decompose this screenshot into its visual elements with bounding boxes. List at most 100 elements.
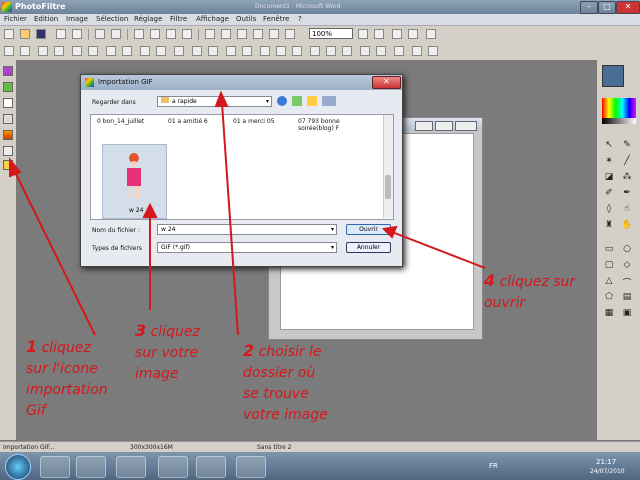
- saturation-up-icon[interactable]: [106, 46, 116, 56]
- zoom-select[interactable]: 100%: [309, 28, 353, 39]
- internet-explorer-task-icon[interactable]: [158, 456, 188, 478]
- foreground-color-swatch[interactable]: [602, 65, 624, 87]
- dialog-close-button[interactable]: ✕: [372, 76, 401, 89]
- photofiltre-task-icon[interactable]: [196, 456, 226, 478]
- doc-maximize-button[interactable]: [435, 121, 453, 131]
- sharpen-icon[interactable]: [242, 46, 252, 56]
- fill-icon[interactable]: [428, 46, 438, 56]
- menu-help[interactable]: ?: [298, 15, 302, 23]
- box-icon[interactable]: ▣: [621, 308, 633, 318]
- selected-thumbnail[interactable]: w 24: [102, 144, 167, 219]
- cancel-button[interactable]: Annuler: [346, 242, 391, 253]
- redo-icon[interactable]: [111, 29, 121, 39]
- bucket-icon[interactable]: ◪: [603, 172, 615, 182]
- resize-icon[interactable]: [221, 29, 231, 39]
- rotate-right-icon[interactable]: [269, 29, 279, 39]
- gradient-tool-icon[interactable]: [3, 130, 13, 140]
- folder-tool-icon[interactable]: ▤: [621, 292, 633, 302]
- gamma-down-icon[interactable]: [156, 46, 166, 56]
- pen-icon[interactable]: ✒: [621, 188, 633, 198]
- language-indicator[interactable]: FR: [489, 462, 498, 470]
- drop-icon[interactable]: [260, 46, 270, 56]
- spray-icon[interactable]: ⁂: [621, 172, 633, 182]
- page-icon[interactable]: [3, 98, 13, 108]
- lasso-icon[interactable]: ⌒: [621, 276, 633, 289]
- minimize-button[interactable]: –: [580, 1, 598, 14]
- menu-image[interactable]: Image: [66, 15, 88, 23]
- up-folder-icon[interactable]: [292, 96, 302, 106]
- mirror-icon[interactable]: [310, 46, 320, 56]
- menu-fichier[interactable]: Fichier: [4, 15, 27, 23]
- maximize-button[interactable]: □: [598, 1, 616, 14]
- color-palette[interactable]: [602, 98, 636, 118]
- sepia-icon[interactable]: [192, 46, 202, 56]
- back-icon[interactable]: [277, 96, 287, 106]
- flip-icon[interactable]: [285, 29, 295, 39]
- file-item[interactable]: 07 793 bonne soirée(blog) F: [298, 118, 358, 132]
- pipette-icon[interactable]: ✎: [621, 140, 633, 150]
- brightness-down-icon[interactable]: [54, 46, 64, 56]
- crop-icon[interactable]: [205, 29, 215, 39]
- cut-icon[interactable]: [134, 29, 144, 39]
- brush-icon[interactable]: ✐: [603, 188, 615, 198]
- actual-size-icon[interactable]: [408, 29, 418, 39]
- diamond-icon[interactable]: ◇: [621, 260, 633, 270]
- print-icon[interactable]: [56, 29, 66, 39]
- scan-icon[interactable]: [72, 29, 82, 39]
- copy-icon[interactable]: [150, 29, 160, 39]
- globe-icon[interactable]: [3, 82, 13, 92]
- file-item[interactable]: 0 bon_14_juillet: [97, 118, 144, 125]
- paste-new-icon[interactable]: [182, 29, 192, 39]
- blur-icon[interactable]: [226, 46, 236, 56]
- blur-drop-icon[interactable]: ◊: [603, 204, 615, 214]
- emboss-icon[interactable]: [208, 46, 218, 56]
- undo-icon[interactable]: [95, 29, 105, 39]
- grid-icon[interactable]: ▦: [603, 308, 615, 318]
- select-arrow-icon[interactable]: ↖: [603, 140, 615, 150]
- smudge-icon[interactable]: ☝: [621, 204, 633, 214]
- file-list[interactable]: 0 bon_14_juillet 01 a amitié 6 01 a merc…: [90, 114, 394, 220]
- menu-fenetre[interactable]: Fenêtre: [263, 15, 289, 23]
- new-folder-icon[interactable]: [307, 96, 317, 106]
- line-icon[interactable]: ╱: [621, 156, 633, 166]
- fullscreen-icon[interactable]: [426, 29, 436, 39]
- import-gif-icon[interactable]: [3, 160, 13, 170]
- contrast-up-icon[interactable]: [72, 46, 82, 56]
- word-task-icon[interactable]: [236, 456, 266, 478]
- open-icon[interactable]: [20, 29, 30, 39]
- start-button[interactable]: [5, 454, 31, 480]
- canvas-icon[interactable]: [237, 29, 247, 39]
- media-player-task-icon[interactable]: [76, 456, 106, 478]
- menu-outils[interactable]: Outils: [236, 15, 256, 23]
- ellipse-icon[interactable]: ○: [621, 244, 633, 254]
- color-picker-icon[interactable]: [3, 66, 13, 76]
- shadow-icon[interactable]: [376, 46, 386, 56]
- hp-task-icon[interactable]: [116, 456, 146, 478]
- rounded-rect-icon[interactable]: ▢: [603, 260, 615, 270]
- view-menu-icon[interactable]: [322, 96, 336, 106]
- filetype-select[interactable]: GIF (*.gif) ▾: [157, 242, 337, 253]
- gamma-up-icon[interactable]: [140, 46, 150, 56]
- gray-palette[interactable]: [602, 118, 636, 124]
- explorer-task-icon[interactable]: [40, 456, 70, 478]
- menu-edition[interactable]: Edition: [34, 15, 58, 23]
- noise-icon[interactable]: [292, 46, 302, 56]
- filename-input[interactable]: w 24 ▾: [157, 224, 337, 235]
- transparency-icon[interactable]: [342, 46, 352, 56]
- stamp-icon[interactable]: ♜: [603, 220, 615, 230]
- text-icon[interactable]: [394, 46, 404, 56]
- paste-icon[interactable]: [166, 29, 176, 39]
- zoom-out-icon[interactable]: [374, 29, 384, 39]
- rotate-left-icon[interactable]: [253, 29, 263, 39]
- doc-close-button[interactable]: [455, 121, 477, 131]
- doc-minimize-button[interactable]: [415, 121, 433, 131]
- fit-window-icon[interactable]: [392, 29, 402, 39]
- menu-filtre[interactable]: Filtre: [170, 15, 187, 23]
- brightness-up-icon[interactable]: [38, 46, 48, 56]
- grayscale-icon[interactable]: [174, 46, 184, 56]
- look-in-select[interactable]: a rapide ▾: [157, 96, 272, 107]
- auto-level-icon[interactable]: [4, 46, 14, 56]
- batch-icon[interactable]: [3, 146, 13, 156]
- contrast-down-icon[interactable]: [88, 46, 98, 56]
- saturation-down-icon[interactable]: [122, 46, 132, 56]
